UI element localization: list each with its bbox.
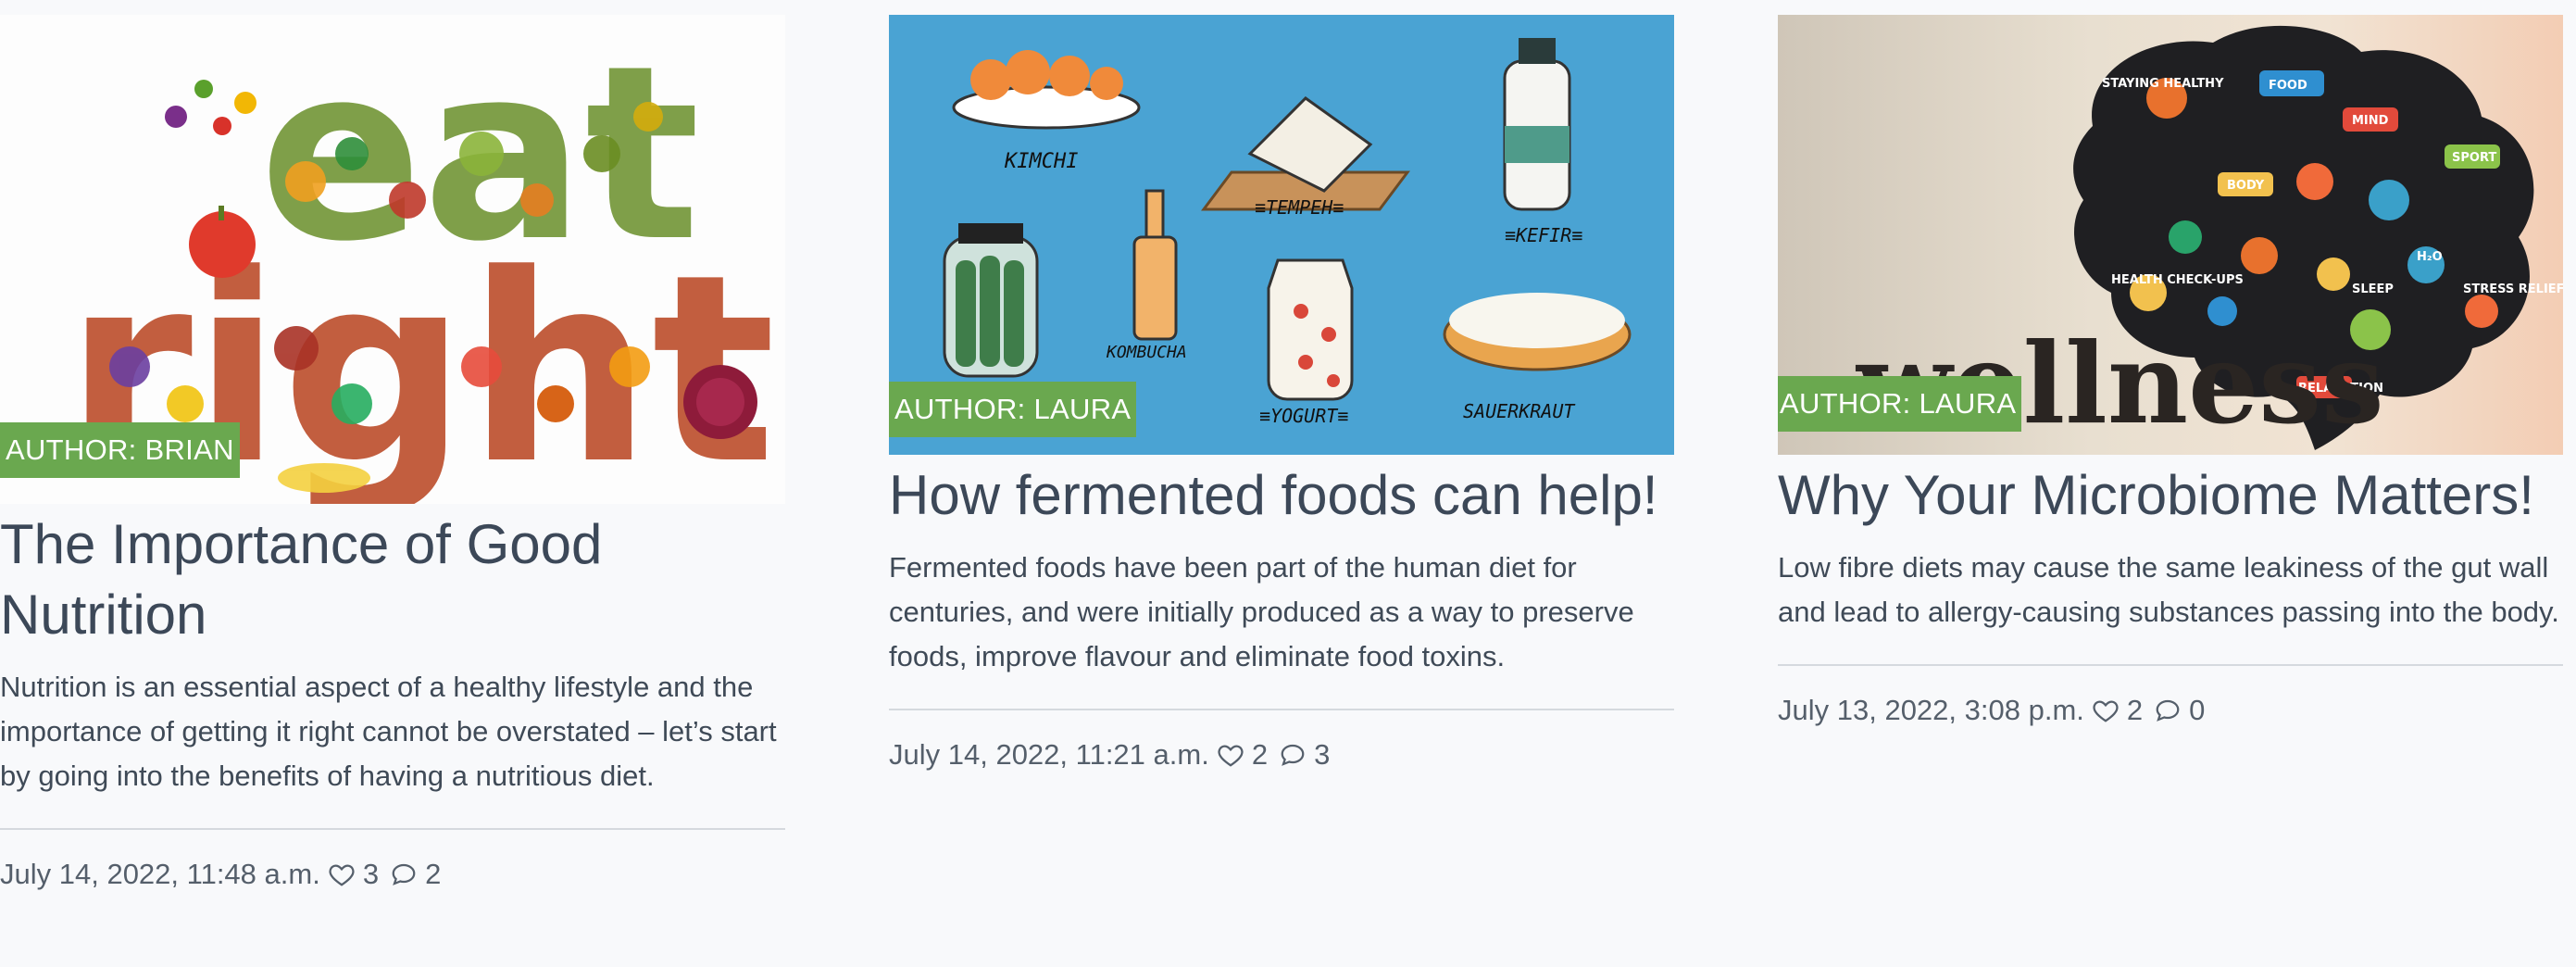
post-card[interactable]: KIMCHI ≡TEMPEH≡ ≡KEFIR≡ KOMBUCHA ≡YOGURT… bbox=[889, 15, 1674, 772]
like-count: 2 bbox=[1251, 738, 1269, 771]
like-count: 3 bbox=[362, 858, 380, 890]
label-kimchi: KIMCHI bbox=[1004, 150, 1078, 173]
label-sport: SPORT bbox=[2452, 151, 2496, 165]
post-excerpt: Low fibre diets may cause the same leaki… bbox=[1778, 551, 2559, 628]
label-body: BODY bbox=[2227, 179, 2265, 193]
like-count: 2 bbox=[2126, 694, 2144, 726]
post-card[interactable]: eat right. bbox=[0, 0, 785, 891]
post-title[interactable]: How fermented foods can help! bbox=[889, 460, 1674, 531]
divider bbox=[889, 709, 1674, 710]
author-badge[interactable]: AUTHOR: BRIAN bbox=[0, 422, 240, 478]
comment-count: 3 bbox=[1314, 738, 1331, 771]
label-h2o: H₂O bbox=[2417, 250, 2443, 264]
label-kombucha: KOMBUCHA bbox=[1106, 343, 1187, 362]
post-title[interactable]: The Importance of Good Nutrition bbox=[0, 509, 785, 650]
label-mind: MIND bbox=[2352, 114, 2389, 128]
post-date: July 14, 2022, 11:48 a.m. bbox=[0, 858, 320, 890]
label-tempeh: ≡TEMPEH≡ bbox=[1255, 196, 1344, 219]
label-yogurt: ≡YOGURT≡ bbox=[1259, 405, 1348, 427]
label-kefir: ≡KEFIR≡ bbox=[1505, 224, 1582, 246]
label-sauerkraut: SAUERKRAUT bbox=[1463, 400, 1576, 422]
speech-bubble-icon[interactable] bbox=[1279, 741, 1307, 769]
post-excerpt: Fermented foods have been part of the hu… bbox=[889, 551, 1634, 672]
divider bbox=[0, 828, 785, 830]
post-title[interactable]: Why Your Microbiome Matters! bbox=[1778, 460, 2563, 531]
label-staying-healthy: STAYING HEALTHY bbox=[2102, 77, 2224, 91]
label-sleep: SLEEP bbox=[2352, 283, 2394, 296]
post-meta: July 14, 2022, 11:48 a.m. 3 2 bbox=[0, 858, 785, 891]
comment-count: 0 bbox=[2189, 694, 2206, 726]
divider bbox=[1778, 664, 2563, 666]
heart-icon[interactable] bbox=[328, 860, 356, 888]
heart-icon[interactable] bbox=[2092, 697, 2120, 724]
post-date: July 14, 2022, 11:21 a.m. bbox=[889, 738, 1209, 771]
heart-icon[interactable] bbox=[1217, 741, 1244, 769]
post-image[interactable]: eat right. bbox=[0, 15, 785, 504]
post-image[interactable]: KIMCHI ≡TEMPEH≡ ≡KEFIR≡ KOMBUCHA ≡YOGURT… bbox=[889, 15, 1674, 455]
speech-bubble-icon[interactable] bbox=[2154, 697, 2182, 724]
post-card[interactable]: STAYING HEALTHY FOOD MIND SPORT BODY H₂O… bbox=[1778, 15, 2563, 727]
post-meta: July 13, 2022, 3:08 p.m. 2 0 bbox=[1778, 694, 2563, 727]
label-stress-relief: STRESS RELIEF bbox=[2463, 283, 2563, 296]
comment-count: 2 bbox=[425, 858, 442, 890]
label-health-checkups: HEALTH CHECK-UPS bbox=[2111, 273, 2244, 287]
speech-bubble-icon[interactable] bbox=[390, 860, 418, 888]
post-meta: July 14, 2022, 11:21 a.m. 2 3 bbox=[889, 738, 1674, 772]
post-image[interactable]: STAYING HEALTHY FOOD MIND SPORT BODY H₂O… bbox=[1778, 15, 2563, 455]
post-date: July 13, 2022, 3:08 p.m. bbox=[1778, 694, 2084, 726]
author-badge[interactable]: AUTHOR: LAURA bbox=[1778, 376, 2022, 432]
label-food: FOOD bbox=[2269, 79, 2307, 93]
post-excerpt: Nutrition is an essential aspect of a he… bbox=[0, 671, 777, 792]
author-badge[interactable]: AUTHOR: LAURA bbox=[889, 382, 1137, 437]
